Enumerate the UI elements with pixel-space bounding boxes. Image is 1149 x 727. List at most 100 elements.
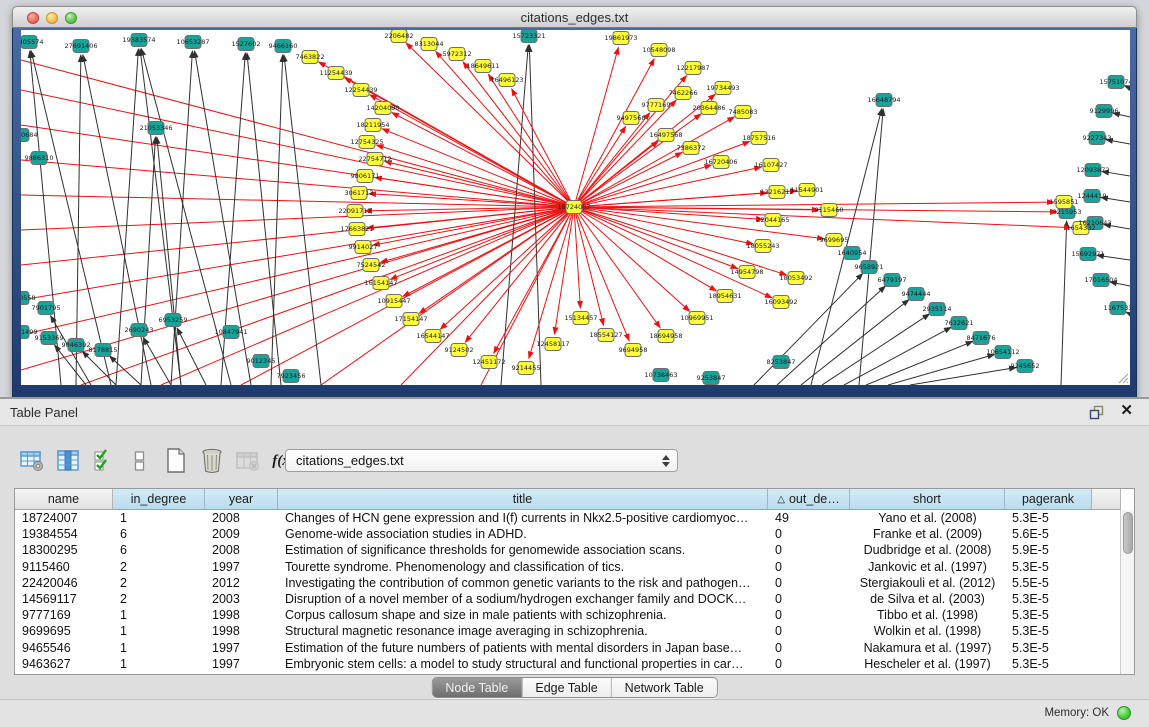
graph-node-label: 10915447 — [377, 297, 410, 305]
graph-node-label: 7923456 — [277, 372, 306, 380]
cell-in-degree: 1 — [113, 656, 205, 672]
graph-node-label: 9253847 — [697, 374, 726, 382]
close-panel-icon[interactable]: ✕ — [1120, 403, 1133, 419]
cell-name: 9463627 — [15, 656, 113, 672]
graph-node-label: 6953259 — [159, 316, 188, 324]
graph-node-label: 12451172 — [472, 358, 505, 366]
cell-pagerank: 5.9E-5 — [1005, 542, 1092, 558]
tab-node-table[interactable]: Node Table — [432, 678, 522, 697]
cell-pagerank: 5.3E-5 — [1005, 591, 1092, 607]
select-all-icon[interactable] — [90, 448, 117, 475]
graph-node-label: 9806171 — [351, 172, 380, 180]
cell-out-degree: 49 — [768, 510, 850, 526]
graph-node-label: 9153369 — [35, 334, 64, 342]
tab-edge-table[interactable]: Edge Table — [522, 678, 611, 697]
cell-short: Franke et al. (2009) — [850, 526, 1005, 542]
memory-status-label: Memory: OK — [1044, 707, 1109, 719]
graph-node-label: 10969951 — [680, 314, 713, 322]
delete-column-icon[interactable] — [198, 448, 225, 475]
minimize-window-icon[interactable] — [46, 12, 58, 24]
graph-node-label: 17016504 — [1084, 276, 1117, 284]
graph-node-label: 9914027 — [349, 243, 378, 251]
table-panel-header: Table Panel ✕ — [0, 399, 1149, 426]
close-window-icon[interactable] — [27, 12, 39, 24]
cell-year: 2012 — [205, 575, 278, 591]
graph-node-label: 11254439 — [319, 69, 352, 77]
column-header-short[interactable]: short — [850, 489, 1005, 510]
graph-node-label: 18055243 — [746, 242, 779, 250]
dropdown-stepper-icon — [661, 453, 671, 469]
graph-node-label: 2405574 — [21, 38, 43, 46]
cell-name: 22420046 — [15, 575, 113, 591]
table-row[interactable]: 2242004622012Investigating the contribut… — [15, 575, 1120, 591]
float-panel-icon[interactable] — [1089, 405, 1105, 420]
cell-name: 14569117 — [15, 591, 113, 607]
table-row[interactable]: 911546021997Tourette syndrome. Phenomeno… — [15, 559, 1120, 575]
cell-title: Tourette syndrome. Phenomenology and cla… — [278, 559, 768, 575]
table-header-row: name in_degree year title △out_de… short… — [15, 489, 1134, 510]
cell-pagerank: 5.3E-5 — [1005, 640, 1092, 656]
cell-pagerank: 5.5E-5 — [1005, 575, 1092, 591]
table-row[interactable]: 946362711997Embryonic stem cells: a mode… — [15, 656, 1120, 672]
cell-in-degree: 6 — [113, 526, 205, 542]
table-vertical-scrollbar[interactable] — [1120, 510, 1134, 674]
table-row[interactable]: 1830029562008Estimation of significance … — [15, 542, 1120, 558]
cell-year: 1997 — [205, 656, 278, 672]
graph-node-label: 7524542 — [357, 261, 386, 269]
table-body: 1872400712008Changes of HCN gene express… — [15, 510, 1120, 674]
graph-node-label: 1167533 — [1104, 304, 1130, 312]
column-header-title[interactable]: title — [278, 489, 768, 510]
tab-network-table[interactable]: Network Table — [612, 678, 717, 697]
graph-node-label: 19861973 — [604, 34, 637, 42]
column-header-year[interactable]: year — [205, 489, 278, 510]
canvas-resize-grip[interactable] — [1116, 371, 1129, 384]
table-selector-dropdown[interactable]: citations_edges.txt — [285, 449, 678, 472]
table-row[interactable]: 946554611997Estimation of the future num… — [15, 640, 1120, 656]
graph-node-label: 8471676 — [967, 334, 996, 342]
graph-node-label: 12754325 — [350, 138, 383, 146]
cell-name: 19384554 — [15, 526, 113, 542]
column-header-name[interactable]: name — [15, 489, 113, 510]
column-header-out-degree[interactable]: △out_de… — [768, 489, 850, 510]
zoom-window-icon[interactable] — [65, 12, 77, 24]
network-canvas[interactable]: 1872400724055742769140619383574106532871… — [21, 30, 1130, 385]
graph-node-label: 20360684 — [21, 131, 38, 139]
cell-in-degree: 1 — [113, 640, 205, 656]
window-titlebar[interactable]: citations_edges.txt — [12, 6, 1137, 28]
new-column-icon[interactable] — [162, 448, 189, 475]
cell-year: 1997 — [205, 640, 278, 656]
graph-node-label: 16720406 — [704, 158, 737, 166]
memory-status-indicator-icon[interactable] — [1117, 706, 1131, 720]
graph-node-label: 7463822 — [296, 53, 325, 61]
table-panel-title: Table Panel — [10, 405, 78, 420]
graph-node-label: 9497568 — [617, 114, 646, 122]
column-header-pagerank[interactable]: pagerank — [1005, 489, 1092, 510]
delete-table-icon — [234, 448, 261, 475]
table-mode-icon[interactable] — [18, 448, 45, 475]
scrollbar-thumb[interactable] — [1123, 512, 1133, 554]
table-row[interactable]: 1938455462009Genome-wide association stu… — [15, 526, 1120, 542]
table-row[interactable]: 1872400712008Changes of HCN gene express… — [15, 510, 1120, 526]
table-row[interactable]: 969969511998Structural magnetic resonanc… — [15, 623, 1120, 639]
graph-node-label: 15723321 — [512, 32, 545, 40]
cell-name: 18300295 — [15, 542, 113, 558]
cell-pagerank: 5.3E-5 — [1005, 607, 1092, 623]
show-columns-icon[interactable] — [54, 448, 81, 475]
graph-node-label: 10654112 — [986, 348, 1019, 356]
cell-pagerank: 5.3E-5 — [1005, 656, 1092, 672]
cell-short: Yano et al. (2008) — [850, 510, 1005, 526]
table-row[interactable]: 1456911722003Disruption of a novel membe… — [15, 591, 1120, 607]
column-header-in-degree[interactable]: in_degree — [113, 489, 205, 510]
cell-short: Dudbridge et al. (2008) — [850, 542, 1005, 558]
graph-node-label: 14954798 — [730, 268, 763, 276]
deselect-all-icon[interactable] — [126, 448, 153, 475]
table-row[interactable]: 977716911998Corpus callosum shape and si… — [15, 607, 1120, 623]
graph-node-label: 8253847 — [767, 358, 796, 366]
cell-in-degree: 1 — [113, 623, 205, 639]
graph-node-label: 15692971 — [1071, 250, 1104, 258]
graph-node-label: 16544147 — [416, 332, 449, 340]
cell-name: 18724007 — [15, 510, 113, 526]
graph-node-label: 15751074 — [1099, 78, 1130, 86]
cell-out-degree: 0 — [768, 656, 850, 672]
cell-year: 1997 — [205, 559, 278, 575]
